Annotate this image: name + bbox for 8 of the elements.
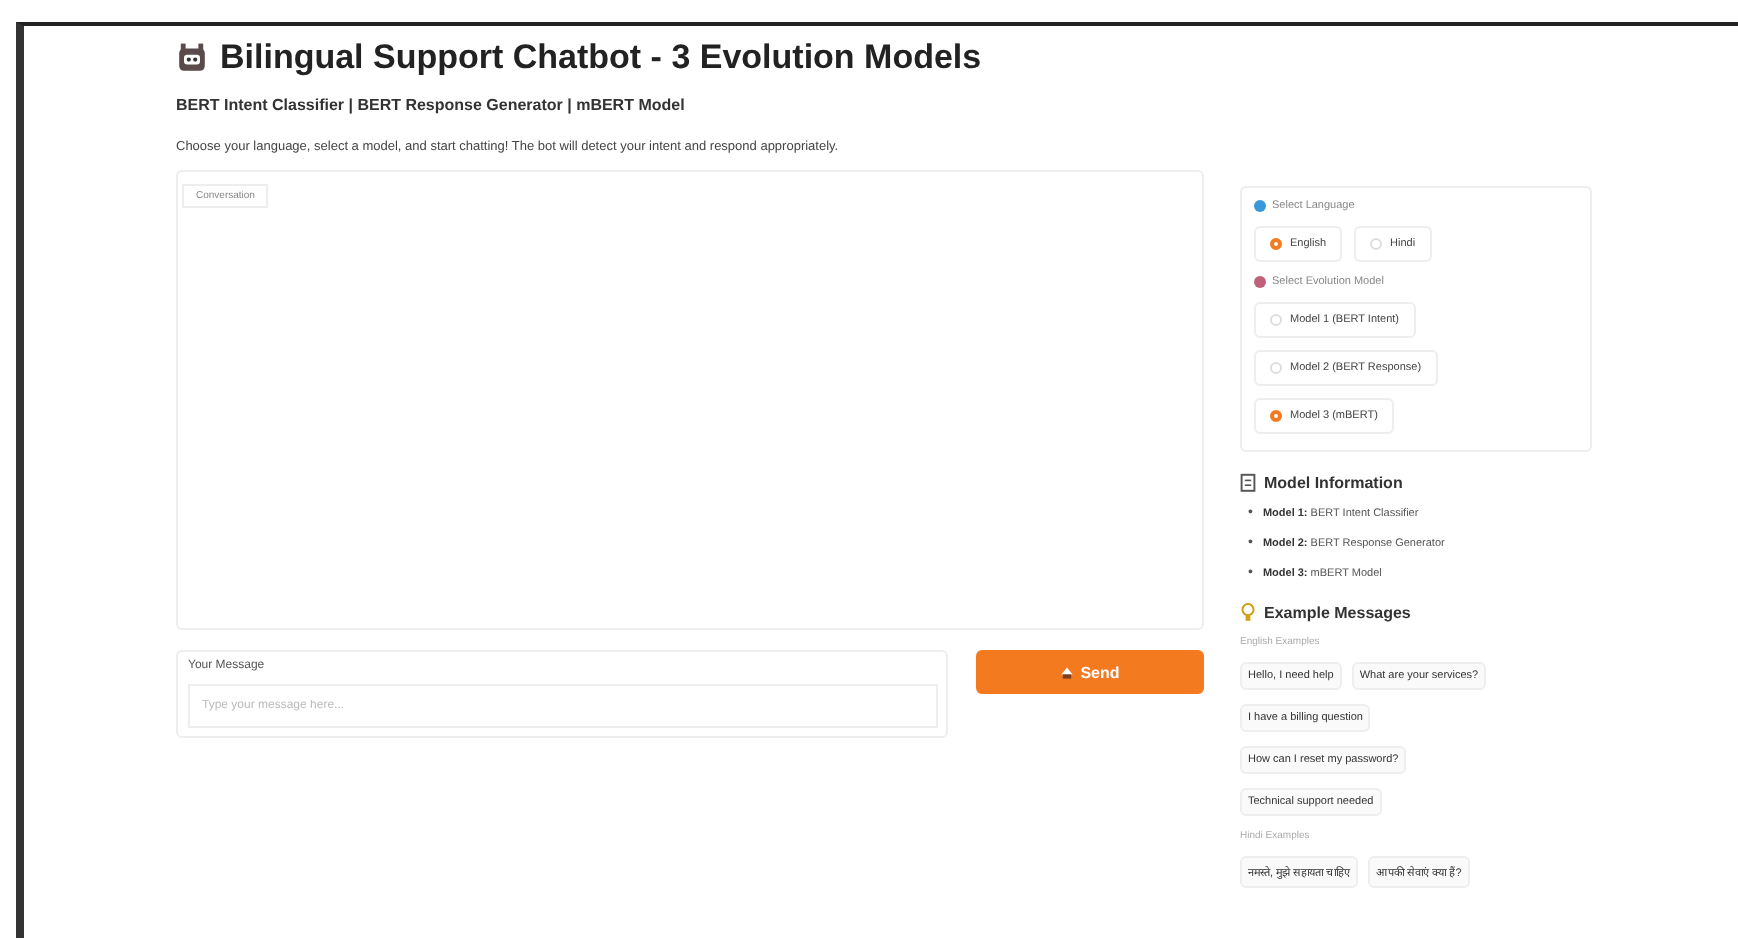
robot-icon (176, 42, 208, 74)
page-title: Bilingual Support Chatbot - 3 Evolution Models (220, 38, 982, 78)
lightbulb-icon (1240, 602, 1256, 622)
clipboard-icon (1240, 472, 1256, 492)
section-heading: Example Messages (1264, 603, 1411, 621)
subtitle: BERT Intent Classifier | BERT Response Generator | mBERT Model (176, 96, 687, 114)
section-heading: Model Information (1264, 473, 1403, 491)
send-icon (1060, 665, 1075, 679)
